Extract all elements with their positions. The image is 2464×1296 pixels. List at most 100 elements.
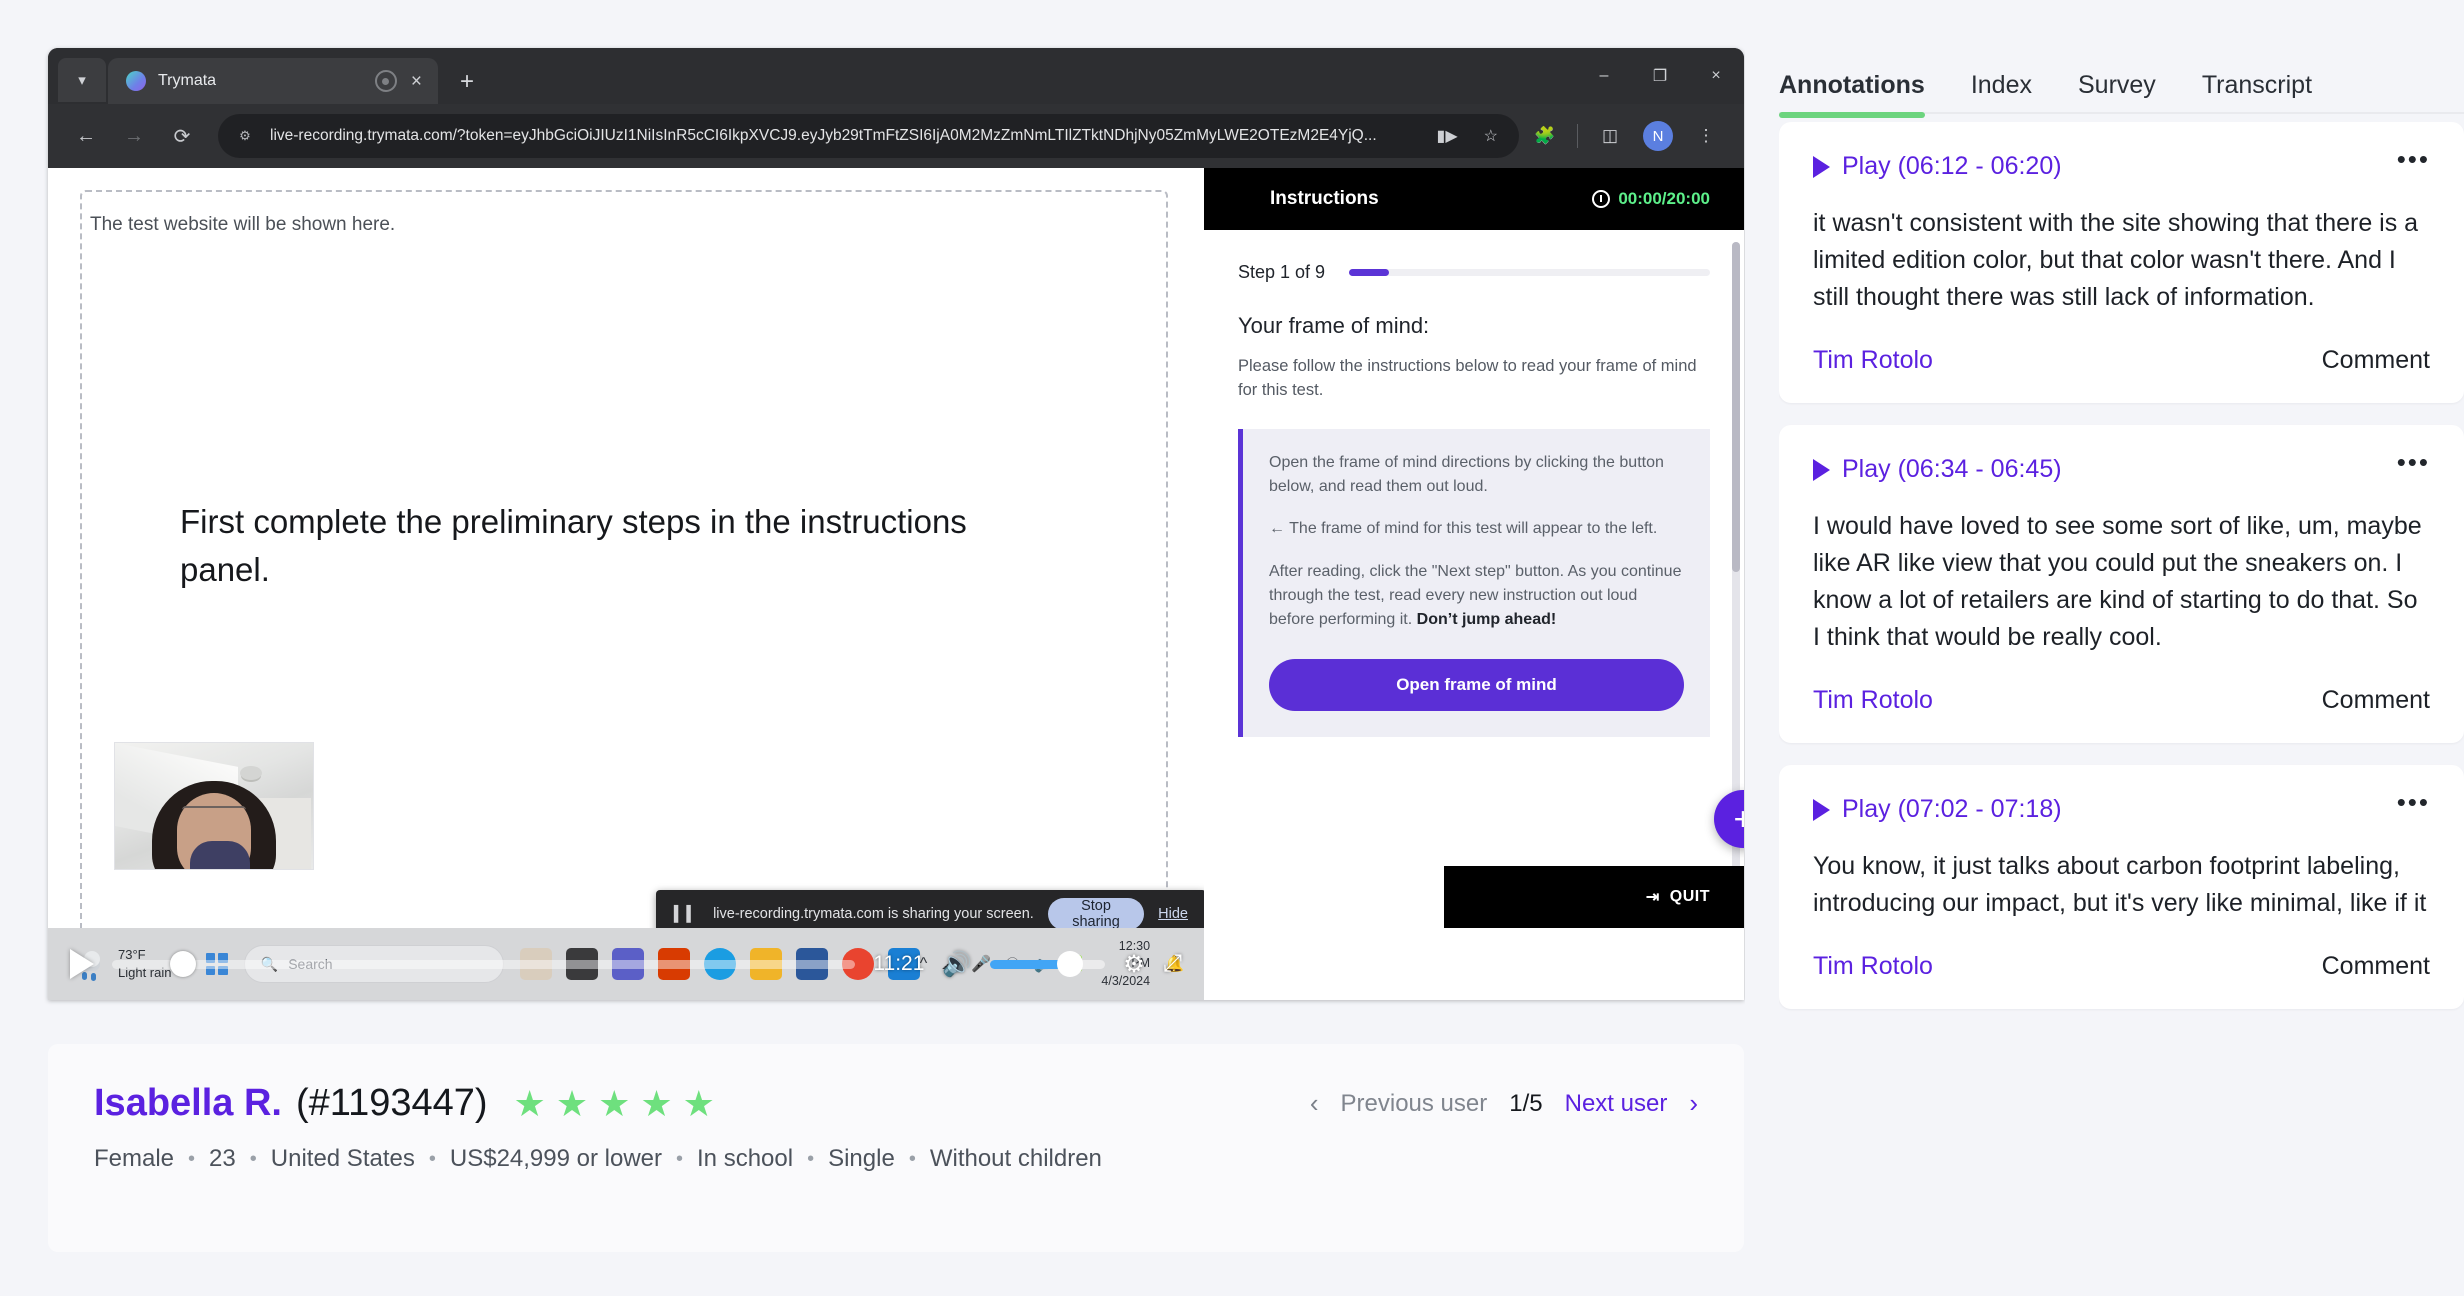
extensions-puzzle-icon[interactable]: 🧩 — [1523, 114, 1567, 158]
fullscreen-icon[interactable]: ⤢ — [1163, 950, 1182, 978]
tab-index[interactable]: Index — [1971, 71, 2032, 118]
video-duration: 11:21 — [873, 952, 925, 975]
browser-menu-icon[interactable]: ⋮ — [1684, 114, 1728, 158]
user-rating-stars: ★ ★ ★ ★ ★ — [514, 1082, 715, 1124]
trymata-favicon-icon — [126, 71, 146, 91]
tab-search-chevron-icon[interactable]: ▾ — [58, 58, 106, 102]
attr-separator: • — [249, 1147, 257, 1170]
pause-icon[interactable]: ▍▍ — [674, 905, 699, 923]
user-attribute: Female — [94, 1145, 175, 1172]
instructions-scrollbar[interactable] — [1732, 242, 1740, 882]
tab-recording-icon[interactable] — [374, 70, 397, 92]
volume-slider[interactable] — [990, 951, 1106, 977]
step-progress-bar — [1349, 269, 1710, 276]
user-id: (#1193447) — [295, 1082, 488, 1124]
play-icon — [1813, 798, 1830, 821]
bookmark-star-icon[interactable]: ☆ — [1477, 126, 1505, 146]
play-icon — [1813, 155, 1830, 178]
annotation-comment-button[interactable]: Comment — [2322, 952, 2430, 981]
annotation-text: You know, it just talks about carbon foo… — [1813, 852, 2427, 917]
annotation-header: Play (06:34 - 06:45) ••• — [1813, 449, 2430, 484]
tab-survey[interactable]: Survey — [2078, 71, 2156, 118]
star-icon: ★ — [598, 1082, 631, 1124]
app-root: ▾ Trymata × + – ❐ × ← → ⟳ ⚙ live-recordi… — [0, 0, 2464, 1296]
previous-user-chevron-icon[interactable]: ‹ — [1310, 1088, 1319, 1119]
frame-of-mind-subtext: Please follow the instructions below to … — [1238, 357, 1697, 399]
user-attribute: 23 — [209, 1145, 236, 1172]
annotation-comment-button[interactable]: Comment — [2322, 686, 2430, 715]
volume-icon[interactable]: 🔊 — [942, 950, 972, 979]
annotation-menu-icon[interactable]: ••• — [2397, 449, 2430, 474]
annotation-author[interactable]: Tim Rotolo — [1813, 346, 1933, 375]
open-frame-of-mind-button[interactable]: Open frame of mind — [1269, 658, 1684, 711]
annotation-play-button[interactable]: Play (06:12 - 06:20) — [1813, 152, 2062, 181]
annotation-menu-icon[interactable]: ••• — [2397, 146, 2430, 171]
website-placeholder-note: The test website will be shown here. — [90, 214, 396, 235]
new-tab-button[interactable]: + — [460, 68, 474, 96]
user-attributes: Female • 23 • United States • US$24,999 … — [94, 1145, 1698, 1173]
attr-separator: • — [188, 1147, 196, 1170]
attr-separator: • — [807, 1147, 815, 1170]
annotation-menu-icon[interactable]: ••• — [2397, 789, 2430, 814]
maximize-icon[interactable]: ❐ — [1632, 48, 1688, 104]
star-icon: ★ — [682, 1082, 715, 1124]
user-attribute: Single — [828, 1145, 895, 1172]
annotation-author[interactable]: Tim Rotolo — [1813, 686, 1933, 715]
annotations-list[interactable]: Play (06:12 - 06:20) ••• it wasn't consi… — [1779, 122, 2464, 1296]
annotation-header: Play (07:02 - 07:18) ••• — [1813, 789, 2430, 824]
annotation-header: Play (06:12 - 06:20) ••• — [1813, 146, 2430, 181]
quote-paragraph-2: ← The frame of mind for this test will a… — [1269, 520, 1658, 538]
user-name[interactable]: Isabella R. — [94, 1082, 282, 1125]
attr-separator: • — [428, 1147, 436, 1170]
profile-initial: N — [1643, 121, 1673, 151]
address-bar[interactable]: ⚙ live-recording.trymata.com/?token=eyJh… — [218, 114, 1519, 158]
left-column: ▾ Trymata × + – ❐ × ← → ⟳ ⚙ live-recordi… — [0, 0, 1745, 1296]
annotation-comment-button[interactable]: Comment — [2322, 346, 2430, 375]
play-button[interactable] — [70, 949, 94, 979]
tab-annotations[interactable]: Annotations — [1779, 71, 1925, 118]
close-window-icon[interactable]: × — [1688, 48, 1744, 104]
annotation-play-label: Play (07:02 - 07:18) — [1842, 795, 2062, 823]
next-user-chevron-icon[interactable]: › — [1689, 1088, 1698, 1119]
recording-viewport: The test website will be shown here. Fir… — [48, 168, 1744, 1000]
settings-gear-icon[interactable]: ⚙ — [1123, 950, 1145, 979]
annotation-play-button[interactable]: Play (06:34 - 06:45) — [1813, 455, 2062, 484]
volume-knob[interactable] — [1056, 951, 1083, 977]
back-icon[interactable]: ← — [64, 114, 108, 158]
video-progress-slider[interactable] — [112, 951, 856, 977]
quit-bar[interactable]: ⇥ QUIT — [1444, 866, 1744, 928]
window-controls: – ❐ × — [1576, 48, 1744, 104]
url-text: live-recording.trymata.com/?token=eyJhbG… — [270, 127, 1377, 144]
instructions-title: Instructions — [1270, 188, 1379, 209]
minimize-icon[interactable]: – — [1576, 48, 1632, 104]
hide-toast-button[interactable]: Hide — [1158, 906, 1188, 922]
annotation-card: Play (06:34 - 06:45) ••• I would have lo… — [1779, 425, 2464, 743]
quit-icon: ⇥ — [1645, 889, 1660, 906]
recording-center-message: First complete the preliminary steps in … — [180, 503, 967, 588]
browser-tab[interactable]: Trymata × — [108, 58, 438, 104]
side-panel-icon[interactable]: ◫ — [1588, 114, 1632, 158]
profile-avatar[interactable]: N — [1636, 114, 1680, 158]
attr-separator: • — [908, 1147, 916, 1170]
quit-label: QUIT — [1669, 888, 1710, 905]
user-summary-card: Isabella R. (#1193447) ★ ★ ★ ★ ★ ‹ Previ… — [48, 1044, 1744, 1252]
video-player-controls: 11:21 🔊 ⚙ ⤢ — [48, 928, 1204, 1000]
close-tab-icon[interactable]: × — [409, 72, 424, 91]
user-attribute: In school — [697, 1145, 794, 1172]
step-label: Step 1 of 9 — [1238, 262, 1326, 282]
user-attribute: US$24,999 or lower — [449, 1145, 662, 1172]
progress-knob[interactable] — [170, 951, 196, 977]
tab-transcript[interactable]: Transcript — [2202, 71, 2312, 118]
reload-icon[interactable]: ⟳ — [160, 114, 204, 158]
annotation-author[interactable]: Tim Rotolo — [1813, 952, 1933, 981]
forward-icon[interactable]: → — [112, 114, 156, 158]
instructions-panel: Instructions 00:00/20:00 Step 1 of 9 You… — [1204, 168, 1744, 1000]
screen-share-icon[interactable]: ▮▶ — [1430, 126, 1465, 146]
next-user-button[interactable]: Next user — [1565, 1090, 1668, 1118]
previous-user-button[interactable]: Previous user — [1341, 1090, 1488, 1118]
annotation-card: Play (06:12 - 06:20) ••• it wasn't consi… — [1779, 122, 2464, 403]
site-settings-icon[interactable]: ⚙ — [232, 123, 258, 149]
right-panel: Annotations Index Survey Transcript Play… — [1745, 0, 2464, 1296]
annotation-play-button[interactable]: Play (07:02 - 07:18) — [1813, 795, 2062, 824]
stop-sharing-button[interactable]: Stop sharing — [1047, 898, 1145, 930]
